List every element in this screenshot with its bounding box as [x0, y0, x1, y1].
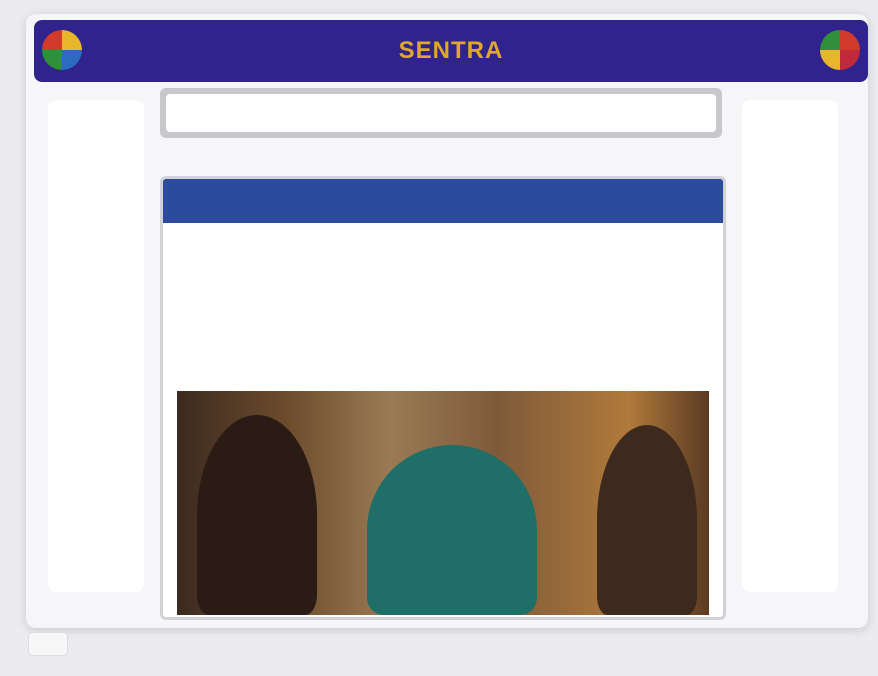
article-card — [160, 176, 726, 620]
search-input[interactable] — [166, 94, 716, 132]
site-title[interactable]: SENTRA — [399, 37, 504, 65]
right-sidebar — [742, 100, 838, 592]
globe-logo-icon[interactable] — [820, 30, 860, 70]
globe-logo-icon[interactable] — [42, 30, 82, 70]
person-figure — [197, 415, 317, 615]
corner-badge[interactable] — [28, 632, 68, 656]
search-bar — [160, 88, 722, 138]
person-figure — [367, 445, 537, 615]
site-header: SENTRA — [34, 20, 868, 82]
article-header-bar — [163, 179, 723, 223]
article-meta — [163, 223, 723, 273]
article-headline[interactable] — [163, 273, 723, 293]
person-figure — [597, 425, 697, 615]
article-hero-image[interactable] — [177, 391, 709, 615]
left-sidebar — [48, 100, 144, 592]
